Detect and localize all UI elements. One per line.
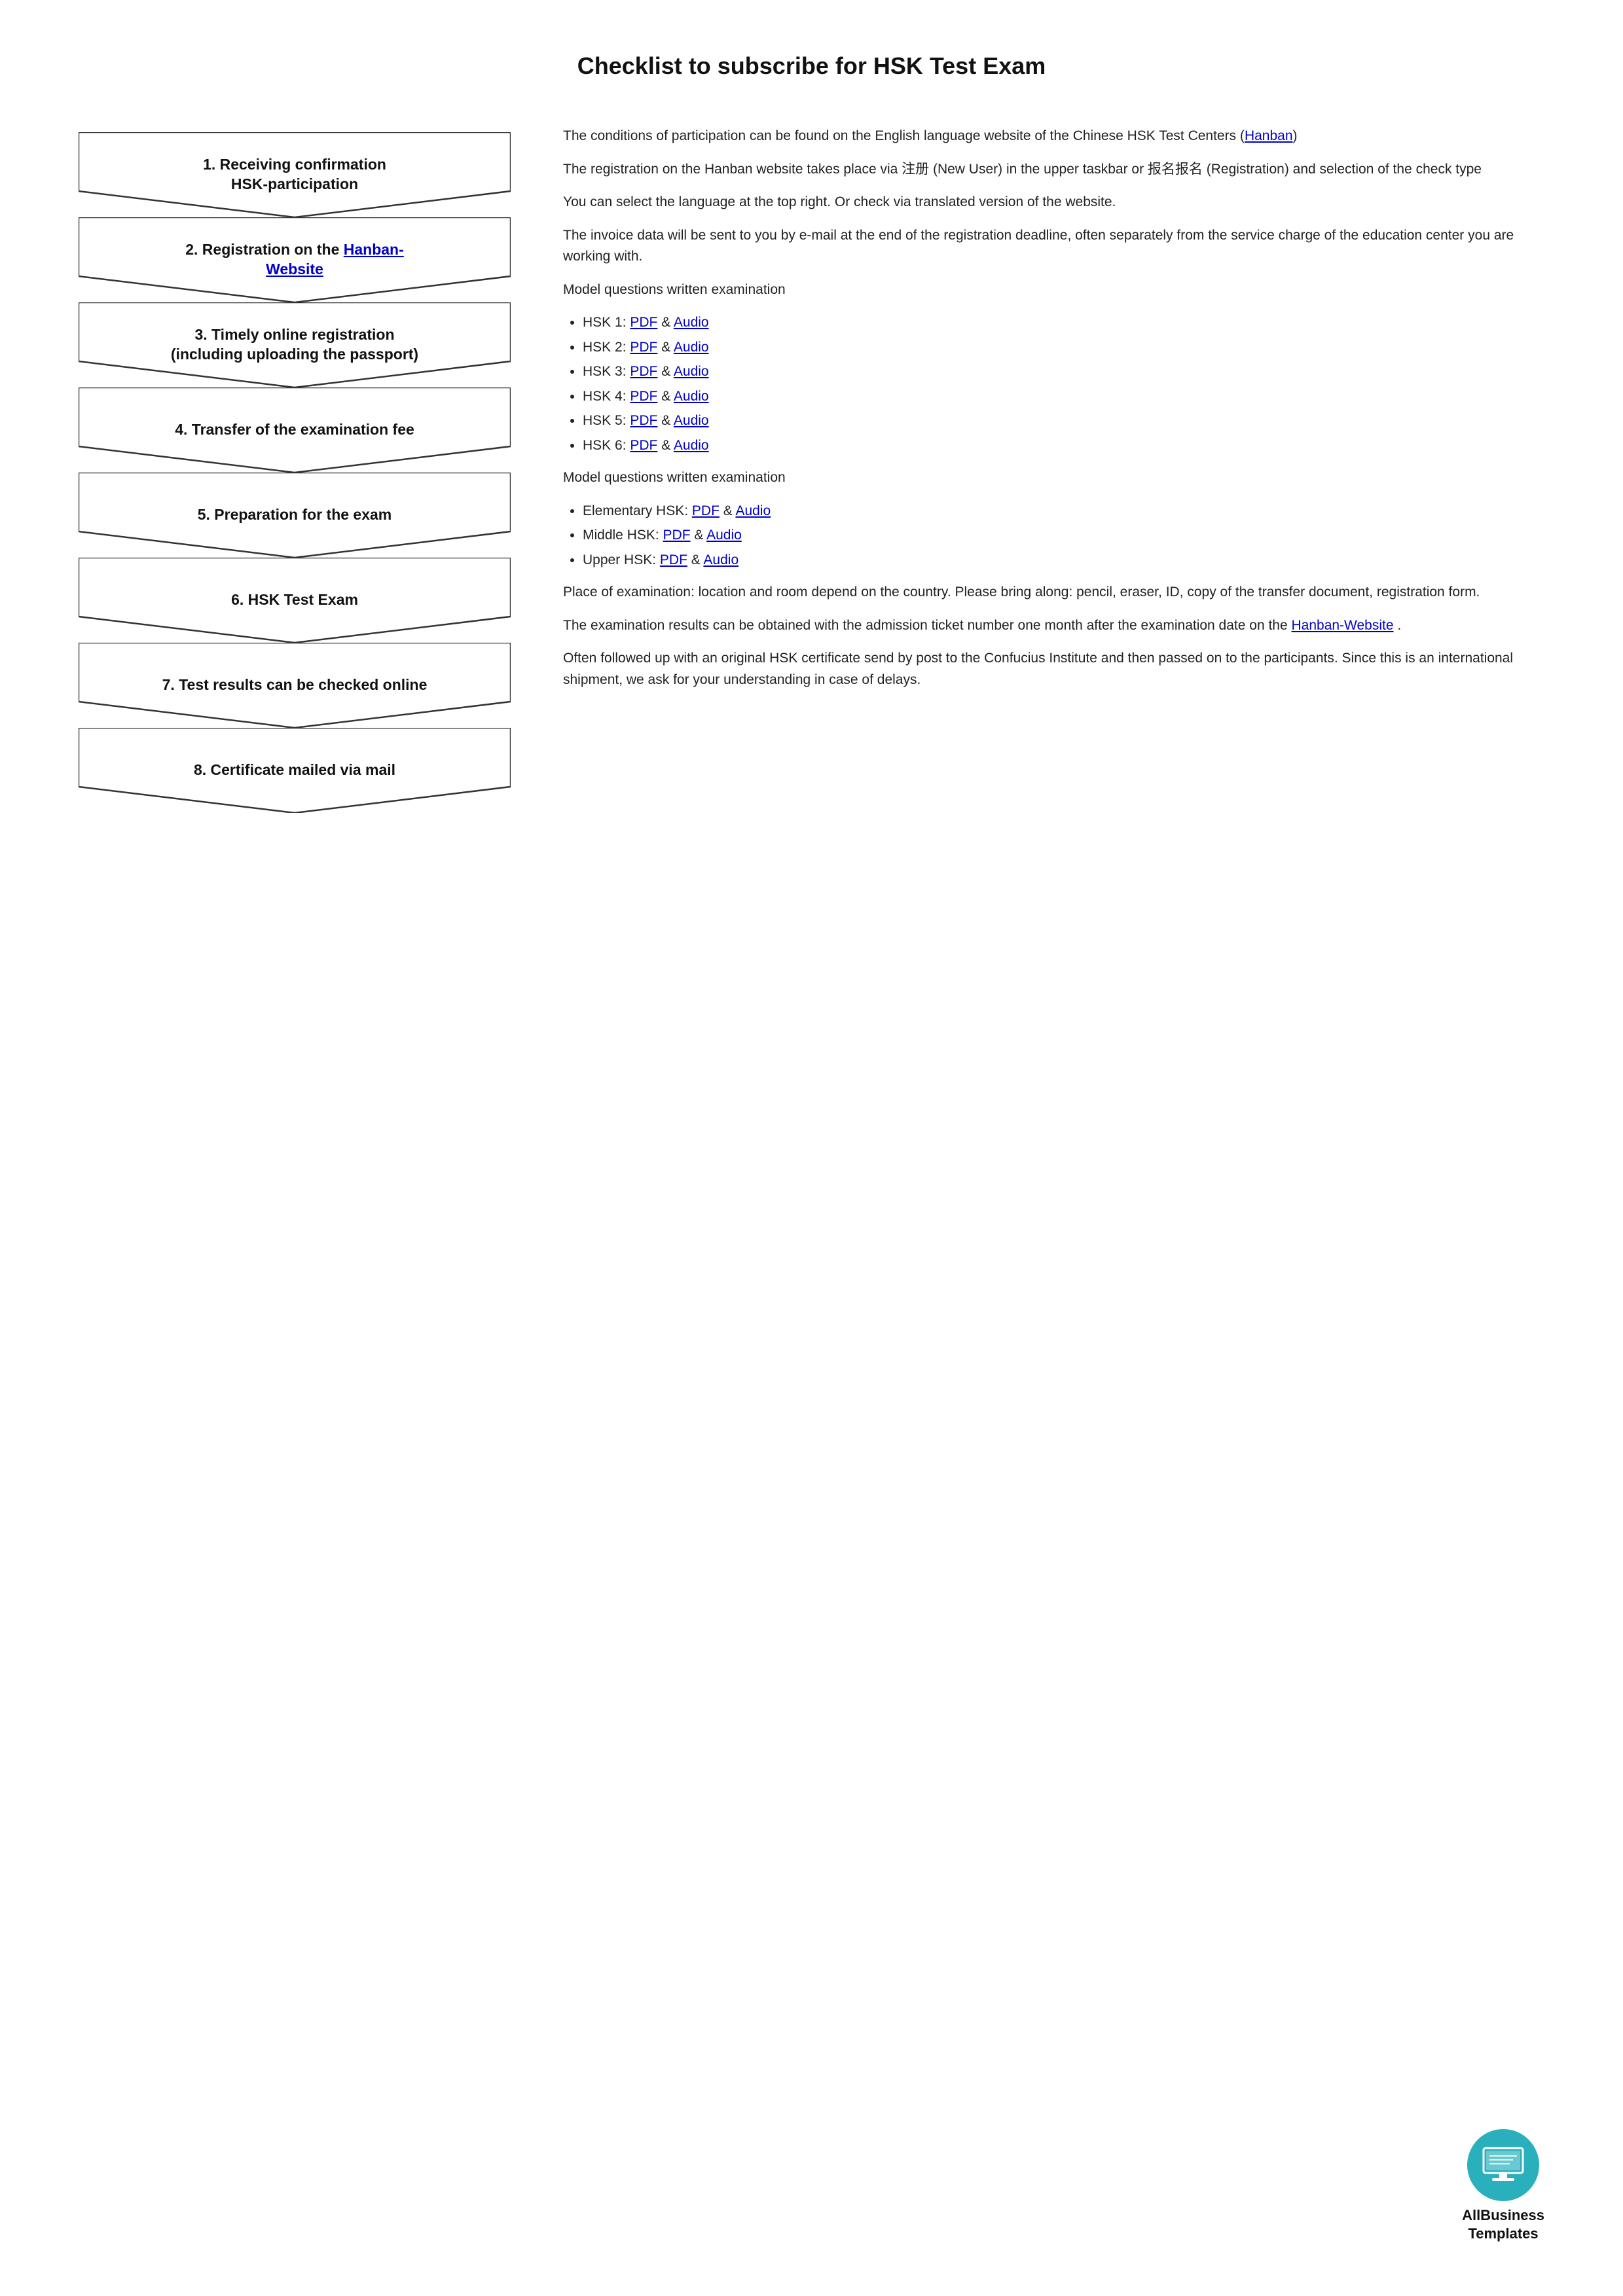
para-3: You can select the language at the top r…: [563, 192, 1544, 213]
hsk-5-item: HSK 5: PDF & Audio: [583, 410, 1544, 431]
hsk4-pdf-link[interactable]: PDF: [630, 389, 657, 404]
hsk-middle-item: Middle HSK: PDF & Audio: [583, 525, 1544, 546]
step-8-label: 8. Certificate mailed via mail: [155, 761, 435, 780]
para-1: The conditions of participation can be f…: [563, 126, 1544, 147]
hsk-elem-item: Elementary HSK: PDF & Audio: [583, 501, 1544, 522]
step-1-label: 1. Receiving confirmationHSK-participati…: [164, 155, 426, 194]
hsk5-pdf-link[interactable]: PDF: [630, 413, 657, 428]
step-3-label: 3. Timely online registration(including …: [132, 325, 458, 365]
step-7: 7. Test results can be checked online: [79, 643, 511, 728]
elem-audio-link[interactable]: Audio: [735, 503, 771, 518]
hanban-link[interactable]: Hanban: [1245, 128, 1293, 143]
hsk-upper-item: Upper HSK: PDF & Audio: [583, 550, 1544, 571]
middle-pdf-link[interactable]: PDF: [663, 528, 691, 543]
monitor-icon: [1480, 2147, 1526, 2183]
middle-audio-link[interactable]: Audio: [706, 528, 742, 543]
para-5: Place of examination: location and room …: [563, 582, 1544, 603]
para-4: The invoice data will be sent to you by …: [563, 225, 1544, 268]
hsk-2-item: HSK 2: PDF & Audio: [583, 337, 1544, 358]
hsk-4-item: HSK 4: PDF & Audio: [583, 386, 1544, 407]
step-4-label: 4. Transfer of the examination fee: [136, 420, 454, 440]
hanban-website-link[interactable]: Hanban-Website: [266, 241, 404, 278]
hsk2-audio-link[interactable]: Audio: [674, 340, 709, 355]
hsk6-audio-link[interactable]: Audio: [674, 438, 709, 453]
hsk-1-item: HSK 1: PDF & Audio: [583, 312, 1544, 333]
section-1-header: Model questions written examination: [563, 279, 1544, 301]
step-2: 2. Registration on the Hanban-Website: [79, 217, 511, 302]
hsk1-audio-link[interactable]: Audio: [674, 315, 709, 330]
hsk2-pdf-link[interactable]: PDF: [630, 340, 657, 355]
step-6-label: 6. HSK Test Exam: [192, 590, 397, 610]
page-title: Checklist to subscribe for HSK Test Exam: [79, 52, 1544, 80]
hanban-website-results-link[interactable]: Hanban-Website: [1292, 618, 1394, 633]
hsk3-audio-link[interactable]: Audio: [674, 364, 709, 379]
hsk5-audio-link[interactable]: Audio: [674, 413, 709, 428]
para-2: The registration on the Hanban website t…: [563, 159, 1544, 181]
steps-column: 1. Receiving confirmationHSK-participati…: [79, 119, 524, 813]
step-3: 3. Timely online registration(including …: [79, 302, 511, 387]
logo-text: AllBusinessTemplates: [1462, 2206, 1544, 2244]
hsk-6-item: HSK 6: PDF & Audio: [583, 435, 1544, 456]
hsk3-pdf-link[interactable]: PDF: [630, 364, 657, 379]
step-6: 6. HSK Test Exam: [79, 558, 511, 643]
step-8: 8. Certificate mailed via mail: [79, 728, 511, 813]
section-2-header: Model questions written examination: [563, 467, 1544, 489]
hsk-3-item: HSK 3: PDF & Audio: [583, 361, 1544, 382]
hsk4-audio-link[interactable]: Audio: [674, 389, 709, 404]
hsk1-pdf-link[interactable]: PDF: [630, 315, 657, 330]
para-7: Often followed up with an original HSK c…: [563, 648, 1544, 691]
upper-pdf-link[interactable]: PDF: [660, 552, 687, 567]
logo-circle: [1467, 2129, 1539, 2201]
elem-pdf-link[interactable]: PDF: [692, 503, 720, 518]
step-5: 5. Preparation for the exam: [79, 473, 511, 558]
logo-area: AllBusinessTemplates: [1462, 2129, 1544, 2244]
hsk-list-2: Elementary HSK: PDF & Audio Middle HSK: …: [583, 501, 1544, 571]
step-1: 1. Receiving confirmationHSK-participati…: [79, 132, 511, 217]
step-7-label: 7. Test results can be checked online: [123, 675, 467, 695]
descriptions-column: The conditions of participation can be f…: [563, 119, 1544, 813]
hsk6-pdf-link[interactable]: PDF: [630, 438, 657, 453]
para-6: The examination results can be obtained …: [563, 615, 1544, 637]
upper-audio-link[interactable]: Audio: [703, 552, 739, 567]
main-content: 1. Receiving confirmationHSK-participati…: [79, 119, 1544, 813]
hsk-list-1: HSK 1: PDF & Audio HSK 2: PDF & Audio HS…: [583, 312, 1544, 456]
step-4: 4. Transfer of the examination fee: [79, 387, 511, 473]
step-2-label: 2. Registration on the Hanban-Website: [146, 240, 443, 279]
step-5-label: 5. Preparation for the exam: [158, 505, 431, 525]
